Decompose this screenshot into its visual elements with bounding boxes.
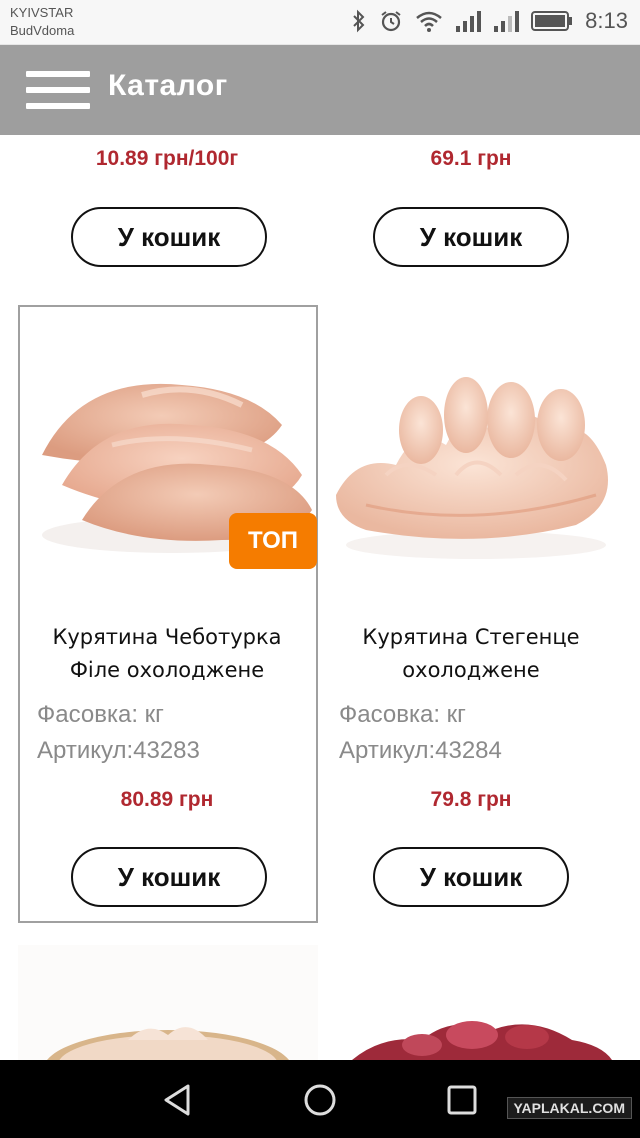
product-card[interactable]: Курятина Стегенце охолоджене Фасовка: кг…	[320, 305, 622, 923]
add-to-cart-button[interactable]: У кошик	[71, 207, 267, 267]
product-packaging: Фасовка: кг	[37, 701, 164, 728]
watermark: YAPLAKAL.COM	[506, 1097, 632, 1119]
bluetooth-icon	[351, 9, 367, 33]
product-card-partial-2: 69.1 грн У кошик	[320, 135, 622, 275]
alarm-icon	[379, 9, 403, 33]
product-price: 69.1 грн	[430, 147, 512, 170]
product-article: Артикул:43283	[37, 737, 200, 764]
wifi-icon	[415, 10, 443, 32]
network-name: BudVdoma	[10, 23, 75, 38]
product-article: Артикул:43284	[339, 737, 502, 764]
clock: 8:13	[585, 8, 628, 33]
battery-icon	[531, 10, 573, 32]
add-to-cart-button[interactable]: У кошик	[373, 847, 569, 907]
recents-square-icon[interactable]	[442, 1080, 482, 1120]
product-name-line1[interactable]: Курятина Стегенце	[320, 621, 622, 654]
hamburger-menu-icon[interactable]	[26, 69, 90, 111]
product-image-chicken-drumsticks[interactable]	[326, 335, 620, 585]
product-price: 10.89 грн/100г	[95, 147, 239, 170]
product-image-partial-3[interactable]	[18, 945, 318, 1060]
product-name-line2[interactable]: Філе охолоджене	[16, 654, 318, 687]
back-triangle-icon[interactable]	[158, 1080, 198, 1120]
status-bar: KYIVSTAR BudVdoma 8:13	[0, 0, 640, 45]
add-to-cart-button[interactable]: У кошик	[373, 207, 569, 267]
product-price: 80.89 грн	[120, 788, 214, 811]
product-card-partial-1: 10.89 грн/100г У кошик	[16, 135, 318, 275]
product-image-partial-4[interactable]	[322, 945, 622, 1060]
carrier-info: KYIVSTAR BudVdoma	[10, 4, 74, 40]
top-badge: ТОП	[229, 513, 317, 569]
carrier-name: KYIVSTAR	[10, 5, 74, 20]
signal-icon	[455, 10, 482, 32]
product-name-line1[interactable]: Курятина Чеботурка	[16, 621, 318, 654]
app-bar: Каталог	[0, 45, 640, 135]
page-title: Каталог	[108, 69, 228, 102]
add-to-cart-button[interactable]: У кошик	[71, 847, 267, 907]
status-icons: 8:13	[351, 6, 628, 36]
catalog-grid[interactable]: 10.89 грн/100г У кошик 69.1 грн У кошик …	[0, 135, 640, 1060]
signal-icon-2	[493, 10, 520, 32]
product-price: 79.8 грн	[430, 788, 512, 811]
product-card[interactable]: ТОП Курятина Чеботурка Філе охолоджене Ф…	[16, 305, 318, 923]
product-packaging: Фасовка: кг	[339, 701, 466, 728]
home-circle-icon[interactable]	[300, 1080, 340, 1120]
product-name-line2[interactable]: охолоджене	[320, 654, 622, 687]
